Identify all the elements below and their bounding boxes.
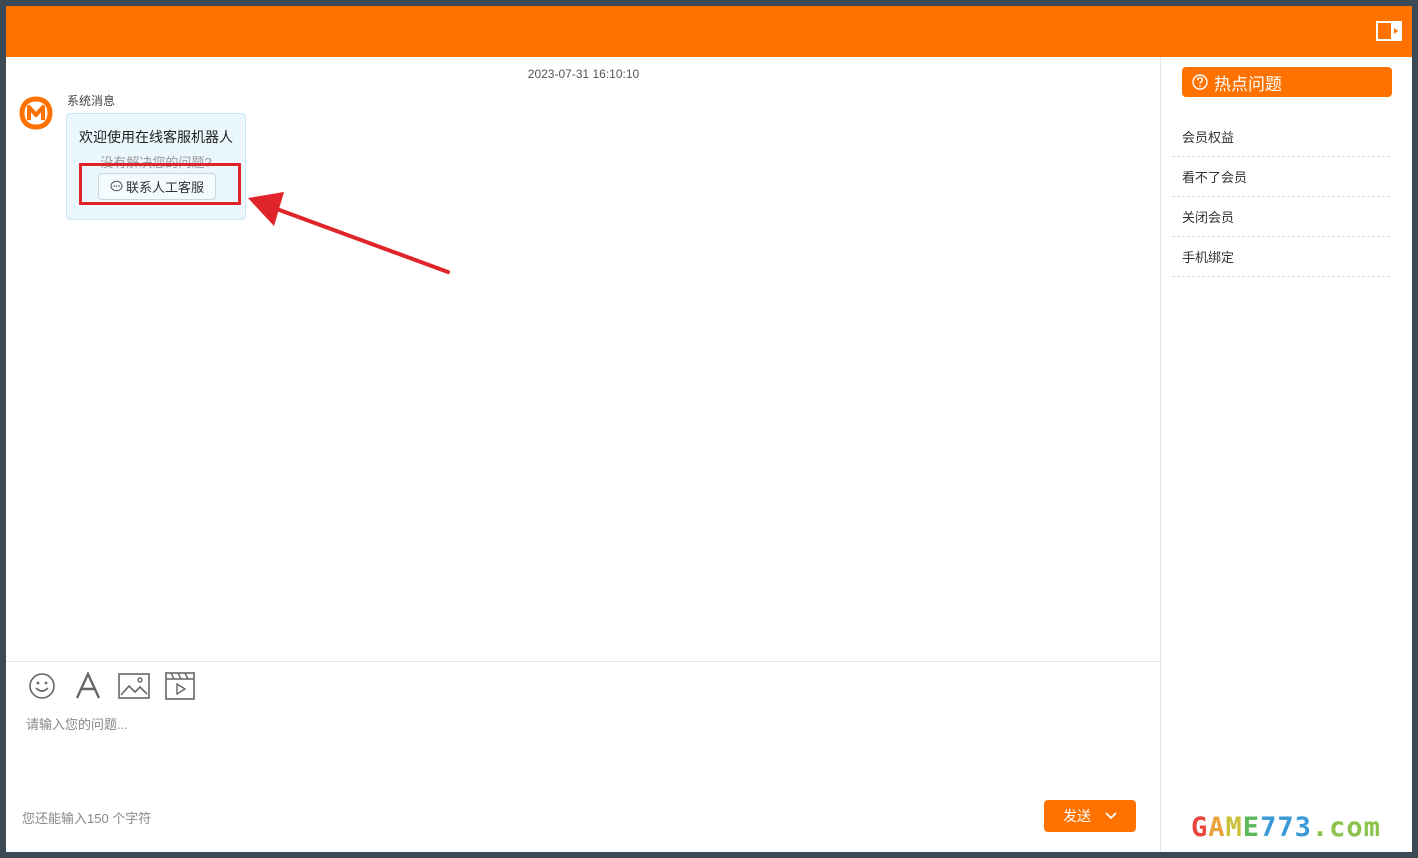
unresolved-prompt: 没有解决您的问题?	[100, 155, 212, 170]
question-input[interactable]	[26, 714, 1136, 794]
hot-question-item[interactable]: 关闭会员	[1172, 197, 1390, 237]
hot-questions-list: 会员权益 看不了会员 关闭会员 手机绑定	[1172, 117, 1390, 277]
watermark-part: .com	[1311, 812, 1381, 843]
char-counter: 您还能输入150 个字符	[22, 811, 152, 826]
video-icon[interactable]	[164, 670, 196, 702]
message-bubble: 欢迎使用在线客服机器人 没有解决您的问题? 联系人工客服	[66, 113, 246, 220]
sender-name: 系统消息	[67, 94, 116, 108]
contact-human-agent-button[interactable]: 联系人工客服	[98, 173, 216, 200]
image-icon[interactable]	[118, 670, 150, 702]
hot-questions-label: 热点问题	[1214, 74, 1282, 94]
message-timestamp: 2023-07-31 16:10:10	[527, 67, 640, 81]
send-button-label: 发送	[1063, 808, 1091, 824]
chat-window: 2023-07-31 16:10:10 系统消息 欢迎使用在线客服机器人 没有解…	[6, 6, 1412, 852]
watermark-part: M	[1225, 812, 1243, 843]
watermark-part: 773	[1260, 812, 1312, 843]
hot-question-item[interactable]: 会员权益	[1172, 117, 1390, 157]
mango-tv-logo	[19, 96, 53, 130]
watermark-part: E	[1242, 812, 1261, 843]
message-area[interactable]: 2023-07-31 16:10:10 系统消息 欢迎使用在线客服机器人 没有解…	[6, 57, 1161, 661]
composer-toolbar	[26, 670, 196, 702]
emoji-icon[interactable]	[26, 670, 58, 702]
message-composer: 您还能输入150 个字符 发送	[6, 661, 1161, 852]
watermark-part: G	[1191, 812, 1209, 843]
hot-questions-title: 热点问题	[1182, 67, 1392, 97]
panel-toggle-icon[interactable]	[1376, 21, 1402, 41]
chat-bubble-icon	[110, 180, 123, 192]
contact-button-label: 联系人工客服	[125, 180, 204, 195]
question-circle-icon	[1192, 74, 1208, 90]
chevron-down-icon[interactable]	[1105, 812, 1117, 820]
hot-question-item[interactable]: 看不了会员	[1172, 157, 1390, 197]
welcome-text: 欢迎使用在线客服机器人	[79, 129, 233, 145]
header-bar	[6, 6, 1412, 57]
send-button[interactable]: 发送	[1044, 800, 1136, 832]
font-icon[interactable]	[72, 670, 104, 702]
watermark-part: A	[1208, 812, 1226, 843]
hot-questions-panel: 热点问题 会员权益 看不了会员 关闭会员 手机绑定	[1162, 57, 1412, 852]
hot-question-item[interactable]: 手机绑定	[1172, 237, 1390, 277]
game773-watermark: GAME773.com	[1191, 812, 1381, 843]
